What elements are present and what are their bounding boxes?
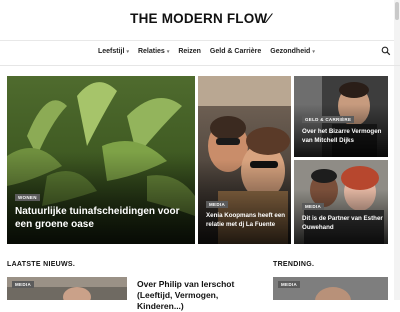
category-badge[interactable]: WONEN: [15, 194, 40, 201]
search-icon[interactable]: [381, 46, 391, 56]
nav-item-gezondheid[interactable]: Gezondheid ▾: [270, 48, 315, 55]
chevron-down-icon: ▾: [166, 48, 170, 55]
featured-card-4[interactable]: MEDIA Dit is de Partner van Esther Ouweh…: [294, 160, 388, 244]
nav-item-geld-carriere[interactable]: Geld & Carrière: [210, 48, 261, 55]
nav-label: Gezondheid: [270, 48, 311, 55]
category-badge[interactable]: MEDIA: [278, 281, 300, 288]
site-header: THE MODERN FLOW⁄: [0, 0, 400, 41]
main-nav: Leefstijl ▾ Relaties ▾ Reizen Geld & Carri…: [0, 41, 400, 66]
nav-label: Reizen: [178, 48, 201, 55]
nav-label: Relaties: [137, 48, 165, 55]
nav-item-leefstijl[interactable]: Leefstijl ▾: [98, 48, 129, 55]
scrollbar-thumb[interactable]: [395, 2, 399, 20]
featured-title[interactable]: Over het Bizarre Vermogen van Mitchell D…: [302, 127, 386, 145]
latest-card-thumbnail[interactable]: MEDIA: [7, 277, 127, 300]
nav-label: Geld & Carrière: [209, 48, 262, 55]
nav-item-reizen[interactable]: Reizen: [178, 48, 201, 55]
latest-card-title[interactable]: Over Philip van Ierschot (Leeftijd, Verm…: [137, 279, 262, 312]
logo-text: THE MODERN FLOW: [130, 11, 268, 26]
featured-card-2[interactable]: MEDIA Xenia Koopmans heeft een relatie m…: [198, 76, 291, 244]
chevron-down-icon: ▾: [126, 48, 129, 55]
featured-card-1[interactable]: WONEN Natuurlijke tuinafscheidingen voor…: [7, 76, 195, 244]
section-title-latest: LAATSTE NIEUWS.: [7, 261, 76, 268]
category-badge[interactable]: MEDIA: [206, 201, 228, 208]
featured-title[interactable]: Xenia Koopmans heeft een relatie met dj …: [206, 211, 288, 229]
category-badge[interactable]: GELD & CARRIÈRE: [302, 116, 355, 123]
featured-title[interactable]: Dit is de Partner van Esther Ouwehand: [302, 214, 386, 232]
featured-title[interactable]: Natuurlijke tuinafscheidingen voor een g…: [15, 205, 187, 231]
site-logo[interactable]: THE MODERN FLOW⁄: [0, 11, 400, 26]
chevron-down-icon: ▾: [312, 48, 315, 55]
trending-card-thumbnail[interactable]: MEDIA: [273, 277, 388, 300]
nav-label: Leefstijl: [98, 48, 125, 55]
featured-card-3[interactable]: GELD & CARRIÈRE Over het Bizarre Vermoge…: [294, 76, 388, 157]
nav-item-relaties[interactable]: Relaties ▾: [138, 48, 169, 55]
section-title-trending: TRENDING.: [273, 261, 315, 268]
category-badge[interactable]: MEDIA: [12, 281, 34, 288]
category-badge[interactable]: MEDIA: [302, 203, 324, 210]
logo-flourish: ⁄: [267, 11, 270, 26]
